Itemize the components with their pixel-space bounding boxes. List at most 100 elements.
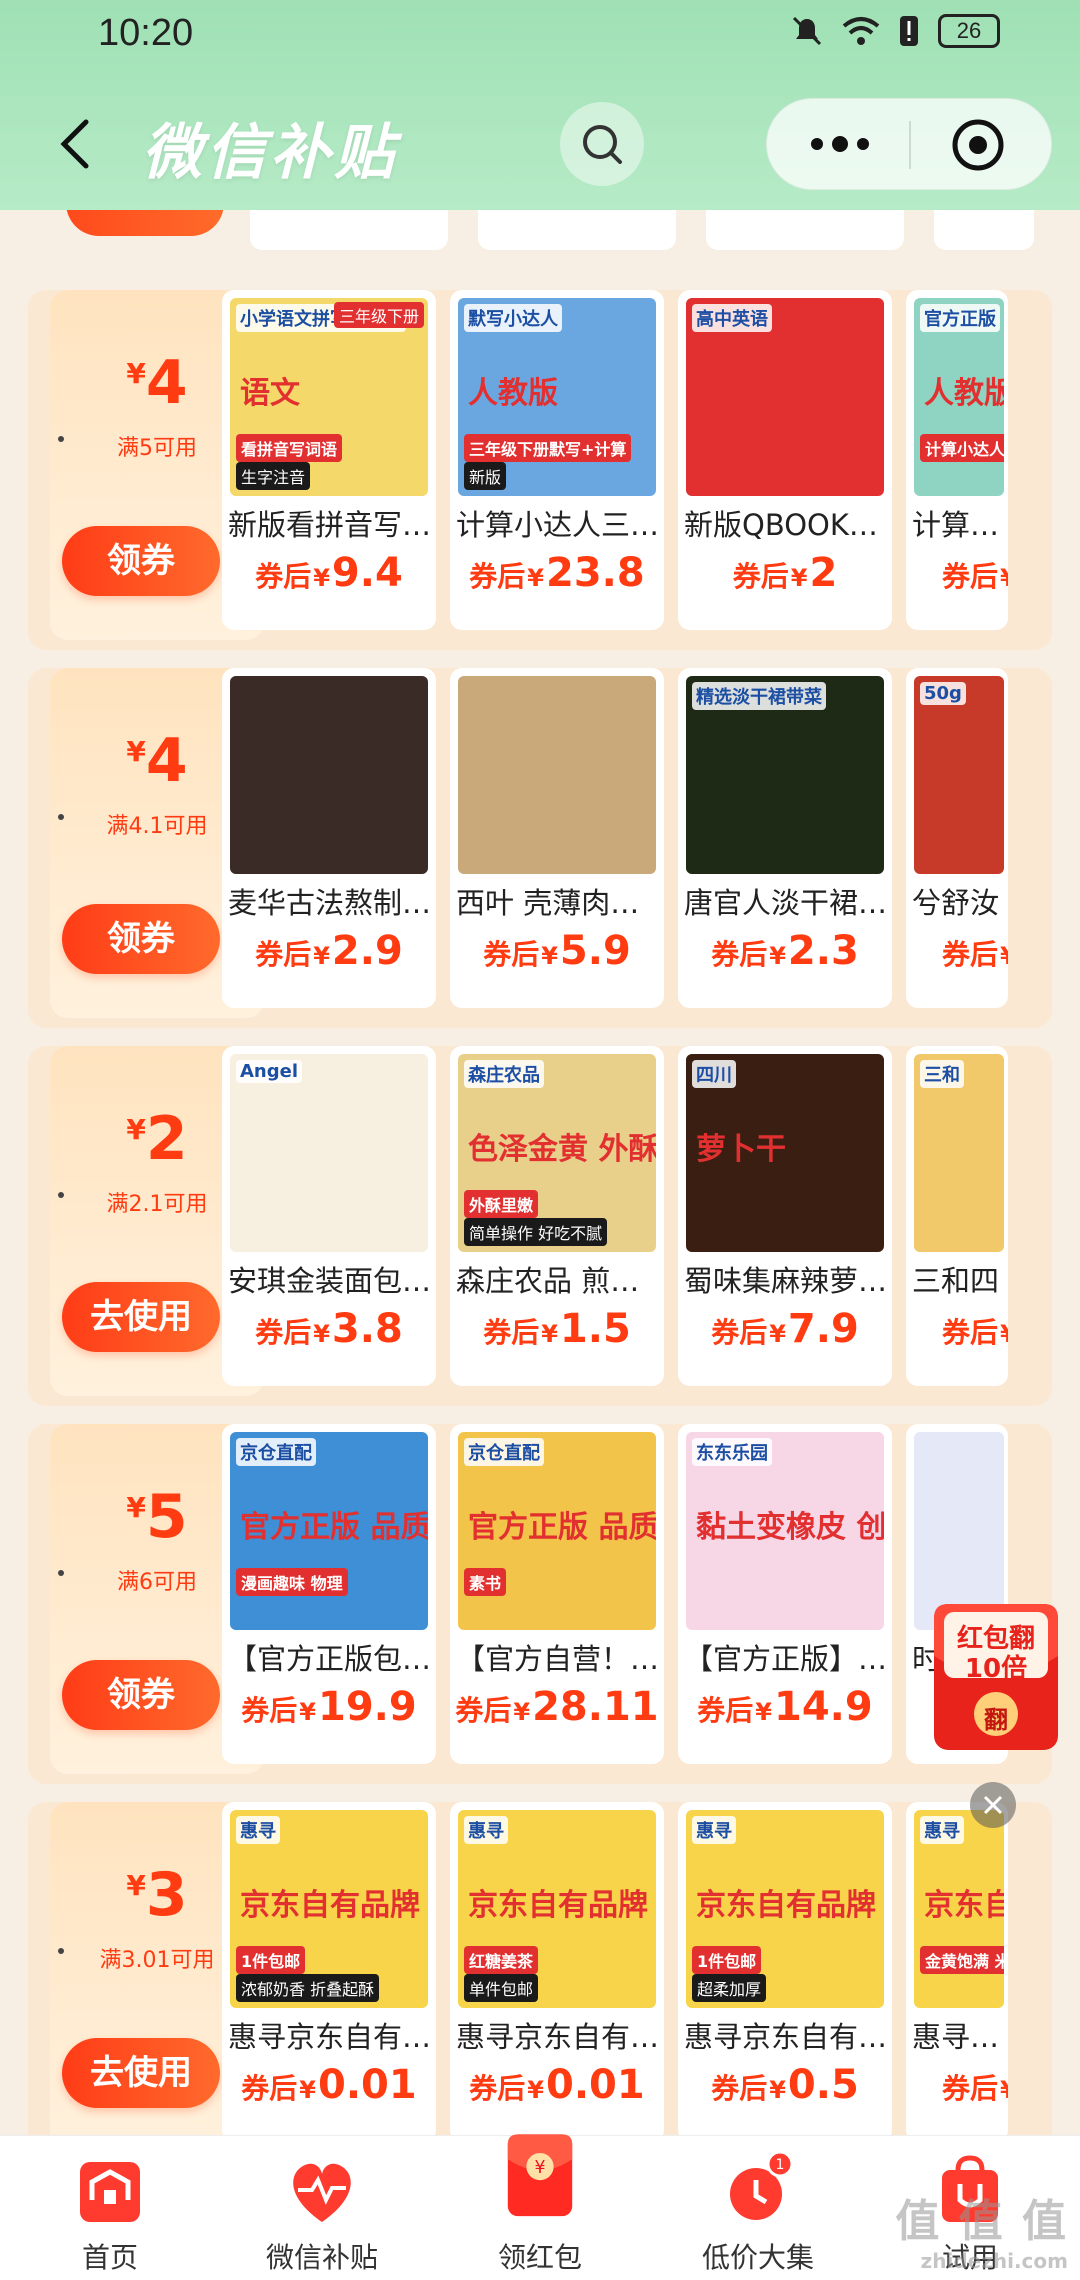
search-button[interactable] (560, 102, 644, 186)
product-image: 森庄农品色泽金黄 外酥里嫩外酥里嫩简单操作 好吃不腻 (458, 1054, 656, 1252)
previous-row-remnant (0, 210, 1080, 270)
previous-product-card[interactable] (250, 210, 448, 250)
thumb-label: 惠寻 (236, 1816, 280, 1844)
price-prefix: 券后 (469, 2072, 526, 2105)
thumb-label: 黏土变橡皮 创意手工新体验 (696, 1510, 884, 1545)
coupon-action-button[interactable]: 领券 (62, 904, 220, 974)
product-card[interactable]: 三和 三和四 券后¥ (906, 1046, 1008, 1386)
product-card[interactable]: 50g 兮舒汝 券后¥ (906, 668, 1008, 1008)
price-yen: ¥ (313, 564, 330, 592)
coupon-row: ¥2 满2.1可用 去使用 Angel 安琪金装面包… 券后¥3.8 森庄农品色… (28, 1046, 1052, 1406)
price-prefix: 券后 (255, 560, 312, 593)
product-card[interactable]: Angel 安琪金装面包… 券后¥3.8 (222, 1046, 436, 1386)
coupon-dot (58, 1570, 64, 1576)
product-image: 京仓直配官方正版 品质保障漫画趣味 物理 (230, 1432, 428, 1630)
red-packet-icon: ¥ (507, 2134, 573, 2217)
thumb-label: 50g (920, 682, 966, 705)
price-yen: ¥ (769, 1320, 786, 1348)
price-value: 0.01 (318, 2062, 417, 2108)
product-card[interactable]: 默写小达人 人教版 三年级下册默写+计算 新版 计算小达人三… 券后¥23.8 (450, 290, 664, 630)
wifi-icon (842, 17, 880, 45)
red-packet-float[interactable]: 红包翻 10倍 翻 (928, 1596, 1064, 1756)
coupon-action-button[interactable]: 领券 (62, 1660, 220, 1730)
price-yen: ¥ (1000, 942, 1008, 970)
back-arrow-icon[interactable] (56, 116, 96, 172)
price-value: 14.9 (774, 1684, 873, 1730)
product-image: 京仓直配官方正版 品质保障素书 (458, 1432, 656, 1630)
thumb-label: 生字注音 (236, 462, 311, 490)
product-card[interactable]: 麦华古法熬制… 券后¥2.9 (222, 668, 436, 1008)
price-yen: ¥ (755, 1698, 772, 1726)
product-image: 四川 萝卜干 (686, 1054, 884, 1252)
product-card[interactable]: 小学语文拼写小状元 语文 看拼音写词语 生字注音 三年级下册 新版看拼音写… 券后¥9.… (222, 290, 436, 630)
product-card[interactable]: 京仓直配官方正版 品质保障漫画趣味 物理 【官方正版包… 券后¥19.9 (222, 1424, 436, 1764)
price-value: 2.3 (787, 928, 859, 974)
coupon-dot (58, 436, 64, 442)
coupon-action-button[interactable]: 领券 (62, 526, 220, 596)
thumb-label: 京东自有品牌 (924, 1888, 1004, 1923)
coupon-yen: ¥ (126, 735, 146, 768)
product-card[interactable]: 官方正版人教版计算小达人 计算小达 券后¥ (906, 290, 1008, 630)
product-name: 惠寻京东自有… (228, 2020, 432, 2054)
product-image: 惠寻 京东自有品牌 红糖姜茶 单件包邮 (458, 1810, 656, 2008)
product-image: 默写小达人 人教版 三年级下册默写+计算 新版 (458, 298, 656, 496)
product-card[interactable]: 东东乐园黏土变橡皮 创意手工新体验 【官方正版】… 券后¥14.9 (678, 1424, 892, 1764)
tab-red-packet[interactable]: ¥ 领红包 (450, 2134, 630, 2280)
coupon-value: 2 (145, 1104, 188, 1174)
thumb-label: 看拼音写词语 (236, 434, 343, 462)
product-card[interactable]: 惠寻京东自有品牌金黄饱满 米油 惠寻京东 券后¥ (906, 1802, 1008, 2135)
coupon-value: 4 (145, 348, 188, 418)
price-prefix: 券后 (942, 1316, 999, 1349)
close-miniprogram-icon[interactable] (950, 117, 1006, 173)
product-price: 券后¥ (906, 2062, 1008, 2108)
product-image: 小学语文拼写小状元 语文 看拼音写词语 生字注音 三年级下册 (230, 298, 428, 496)
thumb-label: 四川 (692, 1060, 736, 1088)
tab-label: 首页 (81, 2241, 138, 2274)
thumb-label: 三和 (920, 1060, 964, 1088)
price-value: 19.9 (318, 1684, 417, 1730)
coupon-action-button[interactable]: 去使用 (62, 1282, 220, 1352)
previous-coupon-button[interactable] (66, 210, 224, 236)
thumb-label: 人教版 (924, 376, 1004, 411)
previous-product-card[interactable] (934, 210, 1034, 250)
previous-product-card[interactable] (478, 210, 676, 250)
search-icon (583, 125, 622, 164)
product-card[interactable]: 森庄农品色泽金黄 外酥里嫩外酥里嫩简单操作 好吃不腻 森庄农品 煎… 券后¥1.… (450, 1046, 664, 1386)
product-card[interactable]: 惠寻 京东自有品牌 1件包邮 浓郁奶香 折叠起酥 惠寻京东自有… 券后¥0.01 (222, 1802, 436, 2135)
product-card[interactable]: 西叶 壳薄肉… 券后¥5.9 (450, 668, 664, 1008)
product-card[interactable]: 京仓直配官方正版 品质保障素书 【官方自营！… 券后¥28.11 (450, 1424, 664, 1764)
price-prefix: 券后 (469, 560, 526, 593)
red-packet-badge: 翻 (984, 1706, 1008, 1734)
product-card[interactable]: 高中英语 3500词 新版QBOOK… 券后¥2 (678, 290, 892, 630)
product-name: 惠寻京东自有… (684, 2020, 888, 2054)
product-card[interactable]: 精选淡干裙带菜 唐官人淡干裙… 券后¥2.3 (678, 668, 892, 1008)
coupon-action-button[interactable]: 去使用 (62, 2038, 220, 2108)
product-card[interactable]: 惠寻 京东自有品牌 1件包邮 超柔加厚 惠寻京东自有… 券后¥0.5 (678, 1802, 892, 2135)
product-card[interactable]: 惠寻 京东自有品牌 红糖姜茶 单件包邮 惠寻京东自有… 券后¥0.01 (450, 1802, 664, 2135)
thumb-label: 默写小达人 (464, 304, 562, 332)
price-prefix: 券后 (711, 938, 768, 971)
thumb-label: 官方正版 (920, 304, 1000, 332)
tab-low-price[interactable]: 1 低价大集 (668, 2136, 848, 2280)
thumb-label: 森庄农品 (464, 1060, 544, 1088)
coupon-list[interactable]: ¥4 满5可用 领券 小学语文拼写小状元 语文 看拼音写词语 生字注音 三年级下册 新版… (0, 210, 1080, 2135)
more-options-icon[interactable] (805, 129, 875, 159)
alarm-clock-icon: 1 (730, 2150, 794, 2220)
tab-home[interactable]: 首页 (20, 2136, 200, 2280)
product-image: 东东乐园黏土变橡皮 创意手工新体验 (686, 1432, 884, 1630)
product-price: 券后¥2.9 (222, 928, 436, 974)
float-close-button[interactable] (970, 1782, 1016, 1828)
tab-badge: 1 (776, 2157, 785, 2173)
product-card[interactable]: 四川 萝卜干 蜀味集麻辣萝… 券后¥7.9 (678, 1046, 892, 1386)
tab-wechat-subsidy[interactable]: 微信补贴 (232, 2136, 412, 2280)
price-prefix: 券后 (697, 1694, 754, 1727)
product-image: 50g (914, 676, 1004, 874)
product-price: 券后¥7.9 (678, 1306, 892, 1352)
product-image: 官方正版 人教版 计算小达人 (914, 298, 1004, 496)
previous-product-card[interactable] (706, 210, 904, 250)
product-price: 券后¥9.4 (222, 550, 436, 596)
thumb-label: 素书 (464, 1568, 507, 1596)
product-price: 券后¥0.5 (678, 2062, 892, 2108)
product-name: 安琪金装面包… (228, 1264, 432, 1298)
product-name: 西叶 壳薄肉… (456, 886, 640, 920)
